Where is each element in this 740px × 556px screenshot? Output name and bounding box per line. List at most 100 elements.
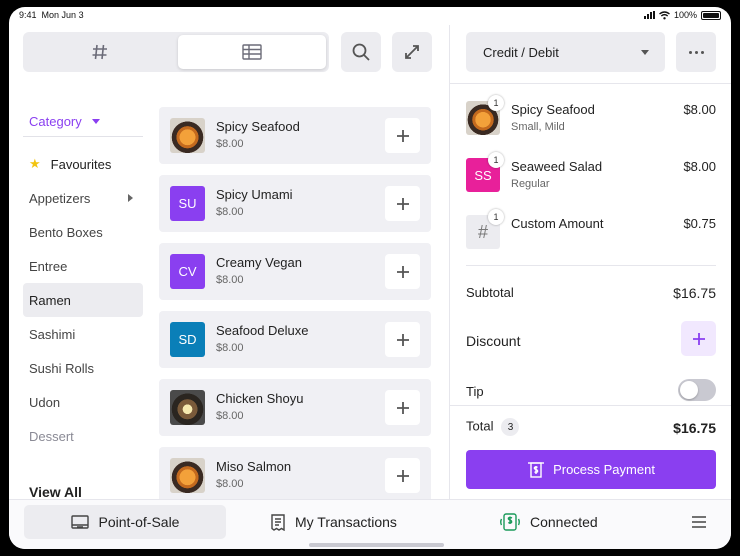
- expand-button[interactable]: [392, 32, 432, 72]
- category-label: Udon: [29, 394, 61, 410]
- category-label: Favourites: [50, 156, 112, 172]
- star-icon: ★: [29, 156, 41, 171]
- ipad-screen: 9:41 Mon Jun 3 100% Category ★ Favourite…: [9, 7, 731, 549]
- category-item-ramen[interactable]: Ramen: [23, 283, 143, 317]
- category-list: ★ Favourites Appetizers Bento Boxes Entree Ra…: [23, 147, 143, 453]
- cart-item-price: $0.75: [683, 216, 716, 231]
- hamburger-menu-icon: [692, 516, 706, 528]
- view-toggle: [23, 32, 329, 72]
- cart-item-modifiers: Regular: [511, 178, 550, 190]
- product-item[interactable]: Miso Salmon $8.00: [159, 447, 431, 504]
- category-label: Ramen: [29, 292, 71, 308]
- library-tab[interactable]: [178, 35, 326, 69]
- category-item-dessert[interactable]: Dessert: [23, 419, 143, 453]
- view-all-link[interactable]: View All: [29, 484, 82, 500]
- category-label: Dessert: [29, 428, 74, 444]
- plus-icon: [396, 333, 409, 346]
- connected-reader-icon: [500, 513, 520, 531]
- process-payment-button[interactable]: Process Payment: [466, 450, 716, 489]
- receipt-icon: [271, 513, 285, 531]
- home-indicator: [309, 543, 444, 547]
- battery-percent: 100%: [673, 10, 697, 20]
- cart-pane: Credit / Debit 1 Spicy Seafood Small, Mild…: [450, 25, 731, 499]
- more-options-button[interactable]: [676, 32, 716, 72]
- product-name: Chicken Shoyu: [216, 391, 304, 406]
- total-row: Total 3 $16.75: [466, 418, 716, 436]
- initials-tile: SD: [170, 322, 205, 357]
- category-dropdown[interactable]: Category: [29, 114, 100, 129]
- subtotal-value: $16.75: [673, 285, 716, 301]
- add-to-cart-button[interactable]: [385, 118, 420, 153]
- product-item[interactable]: CV Creamy Vegan $8.00: [159, 243, 431, 300]
- category-item-sashimi[interactable]: Sashimi: [23, 317, 143, 351]
- category-label: Appetizers: [29, 190, 91, 206]
- menu-button[interactable]: [689, 505, 709, 539]
- food-photo: [170, 458, 205, 493]
- quantity-badge: 1: [488, 209, 504, 225]
- category-label: Entree: [29, 258, 68, 274]
- cart-item[interactable]: SS 1 Seaweed Salad Regular $8.00: [466, 152, 716, 198]
- chevron-right-icon: [128, 194, 133, 202]
- bottom-tab-bar: Point-of-Sale My Transactions Connected: [9, 499, 731, 549]
- tab-point-of-sale[interactable]: Point-of-Sale: [24, 505, 226, 539]
- status-date: Mon Jun 3: [41, 10, 84, 20]
- process-payment-label: Process Payment: [553, 462, 655, 477]
- toggle-knob: [680, 381, 698, 399]
- cart-item-name: Custom Amount: [511, 216, 604, 231]
- product-name: Spicy Seafood: [216, 119, 300, 134]
- product-pane: Category ★ Favourites Appetizers Bento Boxe…: [9, 25, 449, 504]
- plus-icon: [396, 401, 409, 414]
- product-item[interactable]: SU Spicy Umami $8.00: [159, 175, 431, 232]
- quantity-badge: 1: [488, 95, 504, 111]
- add-to-cart-button[interactable]: [385, 390, 420, 425]
- status-bar: 9:41 Mon Jun 3 100%: [9, 7, 731, 25]
- category-item-sushi-rolls[interactable]: Sushi Rolls: [23, 351, 143, 385]
- discount-row: Discount: [466, 333, 716, 349]
- item-count-badge: 3: [501, 418, 520, 436]
- cart-item[interactable]: 1 Spicy Seafood Small, Mild $8.00: [466, 95, 716, 141]
- category-label: Category: [29, 114, 82, 129]
- tip-label: Tip: [466, 384, 484, 399]
- tip-toggle[interactable]: [678, 379, 716, 401]
- cart-item-name: Seaweed Salad: [511, 159, 603, 174]
- add-to-cart-button[interactable]: [385, 322, 420, 357]
- search-button[interactable]: [341, 32, 381, 72]
- add-to-cart-button[interactable]: [385, 254, 420, 289]
- hash-icon: [92, 44, 107, 60]
- add-to-cart-button[interactable]: [385, 458, 420, 493]
- payment-method-select[interactable]: Credit / Debit: [466, 32, 665, 72]
- product-item[interactable]: SD Seafood Deluxe $8.00: [159, 311, 431, 368]
- product-item[interactable]: Spicy Seafood $8.00: [159, 107, 431, 164]
- product-item[interactable]: Chicken Shoyu $8.00: [159, 379, 431, 436]
- chevron-down-icon: [91, 119, 100, 124]
- category-item-entree[interactable]: Entree: [23, 249, 143, 283]
- add-discount-button[interactable]: [681, 321, 716, 356]
- chevron-down-icon: [641, 49, 649, 55]
- category-label: Sushi Rolls: [29, 360, 95, 376]
- cart-item-modifiers: Small, Mild: [511, 121, 565, 133]
- more-icon: [688, 50, 704, 54]
- plus-icon: [396, 129, 409, 142]
- tab-transactions-label: My Transactions: [295, 514, 397, 530]
- food-photo: [170, 118, 205, 153]
- tab-connected[interactable]: Connected: [500, 505, 598, 539]
- product-list: Spicy Seafood $8.00 SU Spicy Umami $8.00 CV Cr…: [159, 107, 431, 515]
- cart-item-price: $8.00: [683, 159, 716, 174]
- product-price: $8.00: [216, 342, 244, 354]
- subtotal-label: Subtotal: [466, 285, 514, 300]
- keypad-tab[interactable]: [26, 35, 174, 69]
- total-label: Total: [466, 418, 494, 434]
- product-name: Creamy Vegan: [216, 255, 302, 270]
- receipt-dollar-icon: [528, 461, 545, 478]
- product-price: $8.00: [216, 274, 244, 286]
- category-item-udon[interactable]: Udon: [23, 385, 143, 419]
- initials-tile: SU: [170, 186, 205, 221]
- category-item-bento-boxes[interactable]: Bento Boxes: [23, 215, 143, 249]
- add-to-cart-button[interactable]: [385, 186, 420, 221]
- expand-icon: [405, 45, 419, 59]
- category-item-appetizers[interactable]: Appetizers: [23, 181, 143, 215]
- product-price: $8.00: [216, 138, 244, 150]
- category-item-favourites[interactable]: ★ Favourites: [23, 147, 143, 181]
- tab-my-transactions[interactable]: My Transactions: [271, 505, 397, 539]
- cart-item[interactable]: #1 Custom Amount $0.75: [466, 209, 716, 255]
